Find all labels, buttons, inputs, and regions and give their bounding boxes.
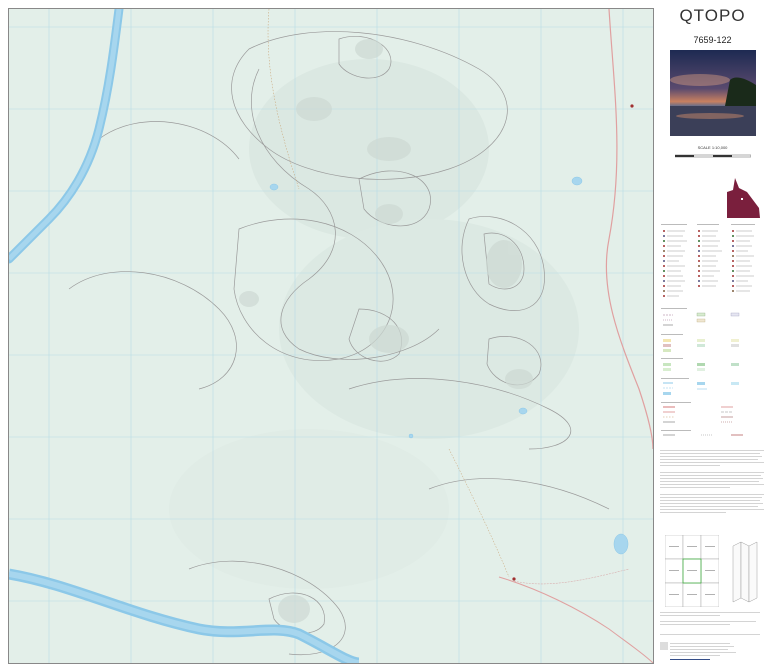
landmark-point-north — [630, 104, 634, 108]
footer-text — [660, 612, 760, 660]
landmark-point-south — [512, 577, 516, 581]
map-canvas[interactable] — [8, 8, 654, 664]
legend-panel: QTOPO 7659-122 SCALE 1:10,000 — [657, 0, 768, 671]
product-title: QTOPO — [679, 6, 746, 25]
cover-photo — [670, 50, 756, 136]
road — [605, 9, 653, 450]
fold-diagram — [732, 541, 758, 603]
scale-label: SCALE 1:10,000 — [697, 145, 728, 150]
map-graphics — [9, 9, 653, 663]
river-north — [9, 9, 124, 264]
scale-bar — [675, 154, 751, 158]
state-locator-map — [727, 178, 760, 218]
disclaimer-text — [660, 450, 764, 513]
sheet-number: 7659-122 — [693, 35, 732, 45]
sheet-index-grid — [665, 535, 719, 607]
